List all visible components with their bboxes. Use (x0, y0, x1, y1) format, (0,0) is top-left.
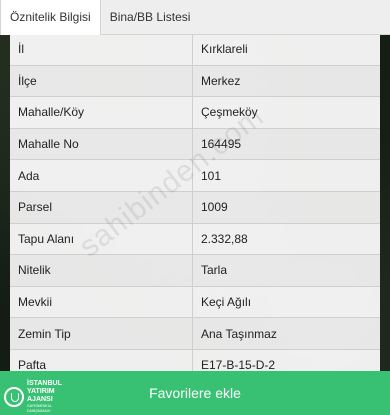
attribute-value: Çeşmeköy (192, 96, 380, 129)
attribute-value: Tarla (192, 254, 380, 287)
attribute-key: Nitelik (10, 254, 193, 287)
agency-emblem-icon (4, 387, 24, 407)
attribute-key: İl (10, 34, 193, 66)
table-row: Nitelik Tarla (10, 254, 380, 287)
attribute-value: Ana Taşınmaz (192, 317, 380, 350)
logo-tagline: GAYRİMENKUL DANIŞMANLIK (27, 404, 53, 413)
attribute-table-container: İl Kırklareli İlçe Merkez Mahalle/Köy Çe… (10, 34, 380, 382)
table-row: Mahalle/Köy Çeşmeköy (10, 96, 380, 129)
attribute-value: Keçi Ağılı (192, 286, 380, 319)
logo-line-3: AJANSI (27, 396, 53, 403)
attribute-key: Zemin Tip (10, 317, 193, 350)
attribute-key: Ada (10, 159, 193, 192)
attribute-key: Mevkii (10, 286, 193, 319)
attribute-key: İlçe (10, 65, 193, 98)
table-row: Zemin Tip Ana Taşınmaz (10, 317, 380, 350)
table-row: Ada 101 (10, 159, 380, 192)
tab-bina-bb-listesi[interactable]: Bina/BB Listesi (101, 0, 200, 34)
attribute-key: Mahalle No (10, 128, 193, 161)
table-row: Parsel 1009 (10, 191, 380, 224)
attribute-key: Mahalle/Köy (10, 96, 193, 129)
add-to-favorites-button[interactable]: Favorilere ekle (149, 385, 241, 401)
table-row: Tapu Alanı 2.332,88 (10, 223, 380, 256)
table-row: Mevkii Keçi Ağılı (10, 286, 380, 319)
attribute-value: 164495 (192, 128, 380, 161)
table-row: İlçe Merkez (10, 65, 380, 98)
attribute-key: Tapu Alanı (10, 223, 193, 256)
attribute-value: Merkez (192, 65, 380, 98)
logo-line-1: İSTANBUL (27, 380, 62, 387)
attribute-value: 101 (192, 159, 380, 192)
attribute-key: Parsel (10, 191, 193, 224)
table-row: İl Kırklareli (10, 34, 380, 66)
attribute-value: 1009 (192, 191, 380, 224)
tab-bar: Öznitelik Bilgisi Bina/BB Listesi (0, 0, 390, 35)
attribute-value: Kırklareli (192, 34, 380, 66)
attribute-value: 2.332,88 (192, 223, 380, 256)
logo-line-2: YATIRIM (27, 388, 55, 395)
table-row: Mahalle No 164495 (10, 128, 380, 161)
tab-oznitelik-bilgisi[interactable]: Öznitelik Bilgisi (0, 0, 101, 35)
agency-logo: İSTANBUL YATIRIM AJANSI GAYRİMENKUL DANI… (4, 380, 64, 414)
attribute-table: İl Kırklareli İlçe Merkez Mahalle/Köy Çe… (10, 34, 380, 382)
agency-logo-text: İSTANBUL YATIRIM AJANSI GAYRİMENKUL DANI… (27, 380, 64, 414)
